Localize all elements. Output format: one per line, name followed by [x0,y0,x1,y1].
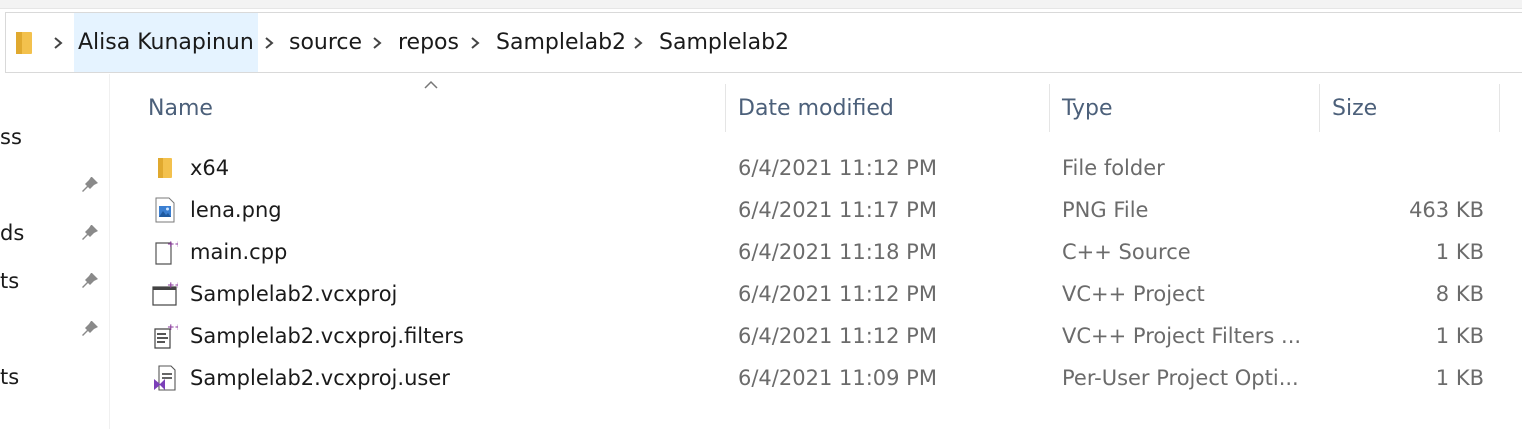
vs-user-file-icon [154,365,176,391]
breadcrumb-samplelab2[interactable]: Samplelab2 [492,13,630,72]
column-header-type[interactable]: Type [1062,89,1113,129]
pin-icon[interactable] [80,271,100,291]
file-size: 8 KB [1435,282,1484,306]
file-date: 6/4/2021 11:09 PM [738,366,937,390]
file-row-samplelab2-vcxproj-user[interactable]: Samplelab2.vcxproj.user 6/4/2021 11:09 P… [140,357,1500,399]
file-date: 6/4/2021 11:17 PM [738,198,937,222]
file-date: 6/4/2021 11:12 PM [738,324,937,348]
file-type: PNG File [1062,198,1149,222]
file-size: 463 KB [1409,198,1484,222]
file-name[interactable]: Samplelab2.vcxproj [190,273,397,315]
svg-text:++: ++ [167,240,178,250]
file-name[interactable]: x64 [190,147,229,189]
svg-text:++: ++ [167,281,178,291]
file-name[interactable]: main.cpp [190,231,287,273]
file-size: 1 KB [1435,366,1484,390]
file-size: 1 KB [1435,240,1484,264]
file-type: C++ Source [1062,240,1191,264]
nav-item-clipped[interactable]: ts [0,365,19,389]
column-divider[interactable] [1499,84,1500,132]
filters-file-icon: ++ [154,323,178,349]
file-size: 1 KB [1435,324,1484,348]
file-type: Per-User Project Opti... [1062,366,1299,390]
file-date: 6/4/2021 11:12 PM [738,156,937,180]
chevron-right-icon[interactable] [263,33,275,53]
nav-item-clipped[interactable]: ss [0,125,22,149]
breadcrumb-repos[interactable]: repos [394,13,463,72]
column-header-date-modified[interactable]: Date modified [738,89,894,129]
file-date: 6/4/2021 11:18 PM [738,240,937,264]
svg-text:++: ++ [167,323,178,333]
chevron-right-icon[interactable] [632,33,644,53]
image-file-icon [155,197,175,223]
file-type: File folder [1062,156,1165,180]
address-bar[interactable]: Alisa Kunapinun source repos Samplelab2 … [5,12,1522,73]
file-name[interactable]: Samplelab2.vcxproj.user [190,357,450,399]
column-divider[interactable] [1319,84,1320,132]
breadcrumb-alisa-kunapinun[interactable]: Alisa Kunapinun [74,13,258,72]
pin-icon[interactable] [80,319,100,339]
folder-icon [158,158,172,178]
cpp-file-icon: ++ [155,240,178,265]
chevron-right-icon[interactable] [469,33,481,53]
file-row-lena-png[interactable]: lena.png 6/4/2021 11:17 PM PNG File 463 … [140,189,1500,231]
nav-item-clipped[interactable]: ts [0,269,19,293]
file-row-main-cpp[interactable]: ++ main.cpp 6/4/2021 11:18 PM C++ Source… [140,231,1500,273]
file-type: VC++ Project Filters ... [1062,324,1302,348]
file-row-x64[interactable]: x64 6/4/2021 11:12 PM File folder [140,147,1500,189]
file-date: 6/4/2021 11:12 PM [738,282,937,306]
folder-icon [16,32,32,54]
vcxproj-file-icon: ++ [152,281,178,306]
file-row-samplelab2-vcxproj[interactable]: ++ Samplelab2.vcxproj 6/4/2021 11:12 PM … [140,273,1500,315]
pin-icon[interactable] [80,223,100,243]
nav-item-clipped[interactable]: ds [0,221,24,245]
file-type: VC++ Project [1062,282,1205,306]
breadcrumb-samplelab2-current[interactable]: Samplelab2 [655,13,793,72]
file-name[interactable]: lena.png [190,189,282,231]
file-name[interactable]: Samplelab2.vcxproj.filters [190,315,464,357]
pin-icon[interactable] [80,175,100,195]
column-divider[interactable] [725,84,726,132]
column-header-size[interactable]: Size [1332,89,1377,129]
sort-ascending-icon [424,80,438,89]
column-divider[interactable] [1049,84,1050,132]
file-row-samplelab2-vcxproj-filters[interactable]: ++ Samplelab2.vcxproj.filters 6/4/2021 1… [140,315,1500,357]
title-strip [0,0,1522,9]
column-header-name[interactable]: Name [148,89,213,129]
breadcrumb-source[interactable]: source [285,13,366,72]
chevron-right-icon[interactable] [52,33,64,53]
chevron-right-icon[interactable] [371,33,383,53]
